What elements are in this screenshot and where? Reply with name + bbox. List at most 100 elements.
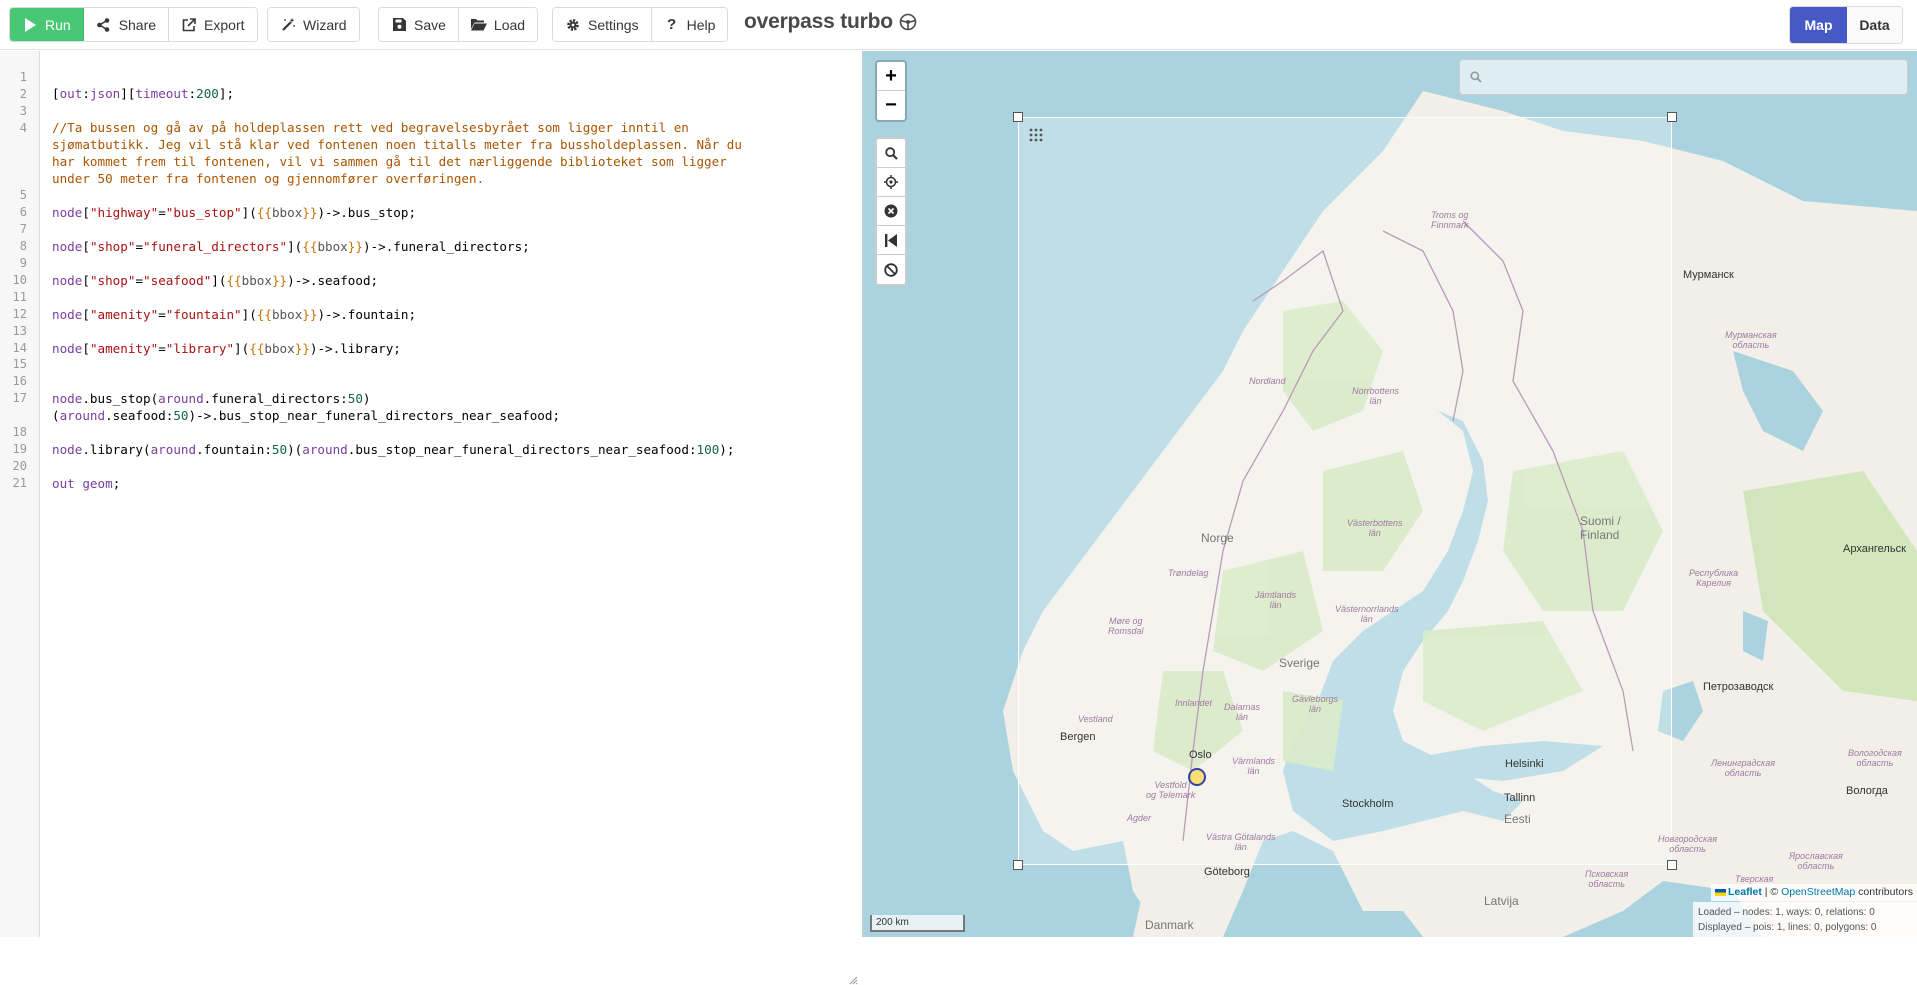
code-comment-line: sjømatbutikk. Jeg vil stå klar ved fonte… <box>52 137 742 152</box>
line-number: 12 <box>12 307 27 321</box>
help-label: Help <box>686 16 716 33</box>
wizard-button[interactable]: Wizard <box>268 8 359 41</box>
share-label: Share <box>118 16 157 33</box>
wizard-label: Wizard <box>303 16 347 33</box>
map-label-vologda: Вологда <box>1846 785 1888 797</box>
line-number: 10 <box>12 273 27 287</box>
openstreetmap-link[interactable]: OpenStreetMap <box>1781 886 1855 898</box>
line-number: 9 <box>19 256 27 270</box>
folder-open-icon <box>470 17 487 33</box>
line-number: 15 <box>12 357 27 371</box>
code-comment-line: //Ta bussen og gå av på holdeplassen ret… <box>52 120 689 135</box>
floppy-disk-icon <box>391 17 407 33</box>
share-icon <box>96 17 112 33</box>
leaflet-link[interactable]: Leaflet <box>1728 886 1762 898</box>
map-label-sweden: Sverige <box>1279 656 1320 670</box>
map-label-vasterbotten: Västerbottens län <box>1347 518 1403 538</box>
line-number: 1 <box>19 70 27 84</box>
map-label-nordland: Nordland <box>1249 376 1286 386</box>
result-marker-icon[interactable] <box>1187 767 1207 787</box>
run-share-export-group: Run Share Export <box>9 7 258 42</box>
bbox-handle-top-left[interactable] <box>1013 112 1023 122</box>
ban-icon <box>884 262 898 277</box>
export-button[interactable]: Export <box>169 8 257 41</box>
code-line: node.library(around.fountain:50)(around.… <box>52 442 735 457</box>
code-line: [out:json][timeout:200]; <box>52 86 235 101</box>
locate-me-button[interactable] <box>877 168 905 197</box>
map-label-vestland: Vestland <box>1078 714 1113 724</box>
stats-displayed: Displayed – pois: 1, lines: 0, polygons:… <box>1698 922 1877 933</box>
run-button[interactable]: Run <box>10 8 84 41</box>
map-search-box[interactable] <box>1459 59 1908 95</box>
bbox-handle-bottom-left[interactable] <box>1013 860 1023 870</box>
map-label-more: Møre og Romsdal <box>1108 616 1144 636</box>
map-tools-control <box>875 137 907 286</box>
zoom-to-data-button[interactable] <box>877 139 905 168</box>
map-label-novgorod: Новгородская область <box>1658 834 1718 854</box>
scale-bar: 200 km <box>870 915 965 932</box>
line-number: 21 <box>12 476 27 490</box>
map-label-varmland: Värmlands län <box>1232 756 1276 776</box>
export-icon <box>181 17 197 33</box>
line-number: 19 <box>12 442 27 456</box>
clear-data-button[interactable] <box>877 197 905 226</box>
map-label-troms: Troms og Finnmark <box>1431 210 1469 230</box>
run-label: Run <box>45 16 71 33</box>
load-button[interactable]: Load <box>458 8 538 41</box>
map-label-innlandet: Innlandet <box>1175 698 1213 708</box>
map-label-bergen: Bergen <box>1060 731 1096 743</box>
save-load-group: Save Load <box>378 7 539 42</box>
map-label-latvia: Latvija <box>1484 894 1519 908</box>
map-view[interactable]: Troms og Finnmark Мурманск Мурманская обла… <box>863 51 1917 937</box>
fullscreen-button[interactable] <box>877 226 905 255</box>
share-button[interactable]: Share <box>83 8 170 41</box>
line-number: 2 <box>19 87 27 101</box>
query-editor[interactable]: 1 2 3 4 5 6 7 8 9 10 11 12 13 14 15 16 1… <box>0 51 863 985</box>
zoom-out-button[interactable]: − <box>877 91 905 120</box>
map-label-estonia: Eesti <box>1504 812 1531 826</box>
code-line: node["amenity"="fountain"]({{bbox}})->.f… <box>52 307 417 322</box>
magic-wand-icon <box>280 17 296 33</box>
stats-loaded: Loaded – nodes: 1, ways: 0, relations: 0 <box>1698 907 1875 918</box>
zoom-control: + − <box>875 60 907 122</box>
help-button[interactable]: ? Help <box>651 8 728 41</box>
view-toggle: Map Data <box>1789 6 1903 44</box>
bbox-selection[interactable] <box>1013 112 1677 870</box>
disable-map-button[interactable] <box>877 255 905 284</box>
code-line: node["shop"="seafood"]({{bbox}})->.seafo… <box>52 273 379 288</box>
attribution-tail: contributors <box>1855 886 1913 898</box>
load-label: Load <box>493 16 526 33</box>
line-number: 20 <box>12 459 27 473</box>
map-label-leningrad: Ленинградская область <box>1711 758 1776 778</box>
map-label-petrozavodsk: Петрозаводск <box>1703 681 1774 693</box>
settings-button[interactable]: Settings <box>553 8 652 41</box>
map-label-vologda-oblast: Вологодская область <box>1848 748 1902 768</box>
line-number: 4 <box>19 121 27 135</box>
map-attribution: Leaflet | © OpenStreetMap contributors <box>1711 884 1917 901</box>
drag-grid-icon[interactable] <box>1029 128 1043 142</box>
map-label-karelia: Республика Карелия <box>1689 568 1739 588</box>
line-number: 3 <box>19 104 27 118</box>
save-button[interactable]: Save <box>379 8 459 41</box>
code-line: out geom; <box>52 476 121 491</box>
settings-label: Settings <box>588 16 639 33</box>
app-title-text: overpass turbo <box>744 10 893 33</box>
data-view-button[interactable]: Data <box>1847 7 1902 43</box>
step-backward-icon <box>885 233 897 247</box>
bbox-handle-bottom-right[interactable] <box>1667 860 1677 870</box>
map-label-agder: Agder <box>1127 813 1152 823</box>
line-number: 14 <box>12 341 27 355</box>
attribution-separator: | © <box>1761 886 1782 898</box>
map-search-input[interactable] <box>1490 69 1890 85</box>
resize-handle-icon[interactable] <box>848 975 858 985</box>
crosshair-icon <box>884 175 898 189</box>
map-label-trondelag: Trøndelag <box>1168 568 1209 578</box>
zoom-in-button[interactable]: + <box>877 62 905 91</box>
bbox-handle-top-right[interactable] <box>1667 112 1677 122</box>
map-label-tallinn: Tallinn <box>1504 792 1536 804</box>
map-label-vastra-gotaland: Västra Götalands län <box>1206 832 1276 852</box>
line-number: 6 <box>19 205 27 219</box>
map-view-button[interactable]: Map <box>1790 7 1847 43</box>
settings-help-group: Settings ? Help <box>552 7 729 42</box>
question-icon: ? <box>667 16 677 33</box>
